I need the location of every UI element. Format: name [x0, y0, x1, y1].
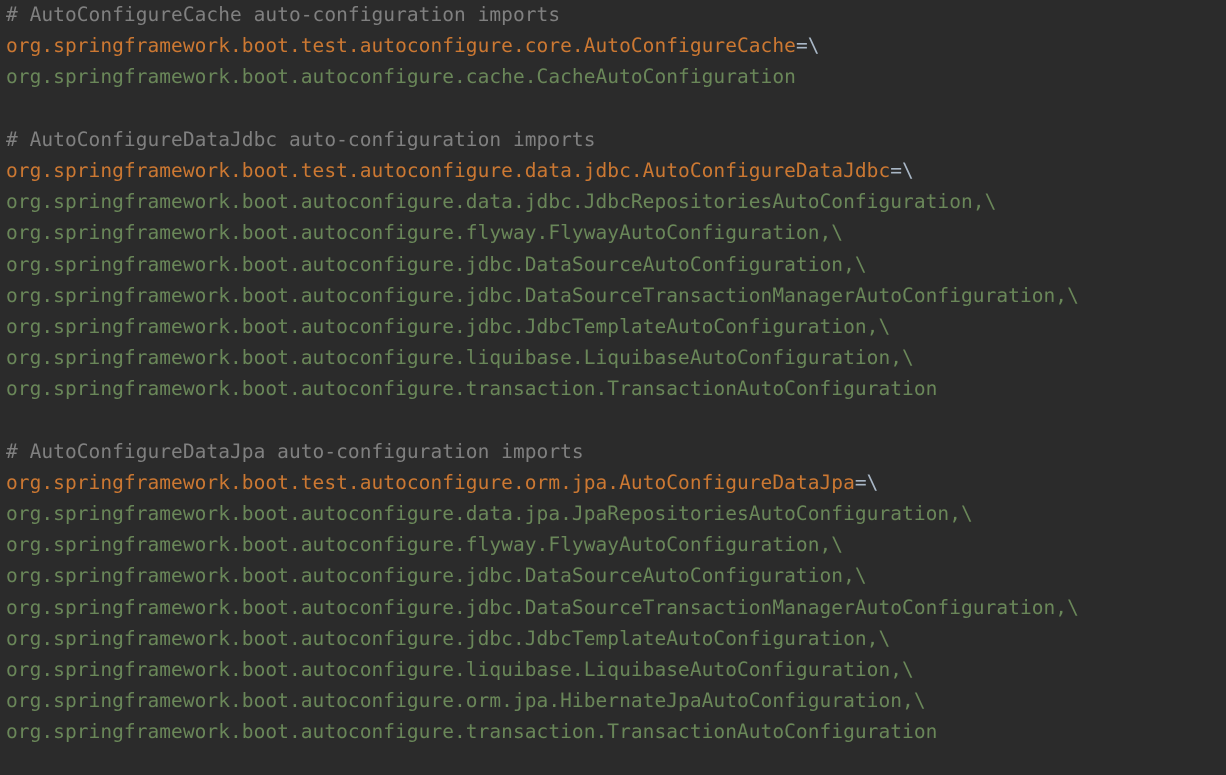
- comment-line[interactable]: # AutoConfigureDataJdbc auto-configurati…: [6, 124, 1220, 155]
- value-line[interactable]: org.springframework.boot.autoconfigure.c…: [6, 61, 1220, 92]
- value-line[interactable]: org.springframework.boot.autoconfigure.l…: [6, 654, 1220, 685]
- property-value: org.springframework.boot.autoconfigure.j…: [6, 283, 1079, 307]
- comment-text: # AutoConfigureDataJpa auto-configuratio…: [6, 439, 584, 463]
- property-value: org.springframework.boot.autoconfigure.j…: [6, 564, 867, 588]
- property-value: org.springframework.boot.autoconfigure.f…: [6, 221, 844, 245]
- value-line[interactable]: org.springframework.boot.autoconfigure.j…: [6, 249, 1220, 280]
- value-line[interactable]: org.springframework.boot.autoconfigure.d…: [6, 498, 1220, 529]
- code-editor[interactable]: # AutoConfigureCache auto-configuration …: [6, 0, 1220, 775]
- value-line[interactable]: org.springframework.boot.autoconfigure.o…: [6, 685, 1220, 716]
- property-value: org.springframework.boot.autoconfigure.l…: [6, 657, 914, 681]
- value-line[interactable]: org.springframework.boot.autoconfigure.d…: [6, 186, 1220, 217]
- property-key: org.springframework.boot.test.autoconfig…: [6, 158, 891, 182]
- key-line[interactable]: org.springframework.boot.test.autoconfig…: [6, 30, 1220, 61]
- comment-text: # AutoConfigureCache auto-configuration …: [6, 3, 561, 26]
- property-value: org.springframework.boot.autoconfigure.d…: [6, 502, 973, 525]
- value-line[interactable]: org.springframework.boot.autoconfigure.t…: [6, 373, 1220, 404]
- property-separator: =\: [890, 158, 914, 182]
- property-value: org.springframework.boot.autoconfigure.t…: [6, 377, 938, 401]
- comment-line[interactable]: # AutoConfigureCache auto-configuration …: [6, 0, 1220, 30]
- value-line[interactable]: org.springframework.boot.autoconfigure.j…: [6, 311, 1220, 342]
- comment-text: # AutoConfigureDataJdbc auto-configurati…: [6, 127, 596, 151]
- property-value: org.springframework.boot.autoconfigure.j…: [6, 595, 1079, 619]
- value-line[interactable]: org.springframework.boot.autoconfigure.j…: [6, 280, 1220, 311]
- property-key: org.springframework.boot.test.autoconfig…: [6, 470, 855, 494]
- key-line[interactable]: org.springframework.boot.test.autoconfig…: [6, 155, 1220, 186]
- value-line[interactable]: org.springframework.boot.autoconfigure.j…: [6, 560, 1220, 591]
- value-line[interactable]: org.springframework.boot.autoconfigure.l…: [6, 342, 1220, 373]
- property-value: org.springframework.boot.autoconfigure.l…: [6, 346, 914, 370]
- property-key: org.springframework.boot.test.autoconfig…: [6, 34, 796, 58]
- key-line[interactable]: org.springframework.boot.test.autoconfig…: [6, 467, 1220, 498]
- value-line[interactable]: org.springframework.boot.autoconfigure.t…: [6, 716, 1220, 747]
- property-value: org.springframework.boot.autoconfigure.j…: [6, 252, 867, 276]
- property-value: org.springframework.boot.autoconfigure.j…: [6, 626, 891, 650]
- property-value: org.springframework.boot.autoconfigure.f…: [6, 533, 844, 557]
- blank-line[interactable]: [6, 404, 1220, 435]
- property-value: org.springframework.boot.autoconfigure.o…: [6, 689, 926, 713]
- value-line[interactable]: org.springframework.boot.autoconfigure.j…: [6, 623, 1220, 654]
- value-line[interactable]: org.springframework.boot.autoconfigure.j…: [6, 592, 1220, 623]
- property-separator: =\: [854, 470, 879, 494]
- property-value: org.springframework.boot.autoconfigure.t…: [6, 720, 938, 744]
- comment-line[interactable]: # AutoConfigureDataJpa auto-configuratio…: [6, 436, 1220, 467]
- property-value: org.springframework.boot.autoconfigure.d…: [6, 190, 997, 214]
- property-value: org.springframework.boot.autoconfigure.c…: [6, 65, 796, 89]
- value-line[interactable]: org.springframework.boot.autoconfigure.f…: [6, 529, 1220, 560]
- property-value: org.springframework.boot.autoconfigure.j…: [6, 314, 891, 338]
- blank-line[interactable]: [6, 93, 1220, 124]
- value-line[interactable]: org.springframework.boot.autoconfigure.f…: [6, 217, 1220, 248]
- property-separator: =\: [795, 34, 820, 58]
